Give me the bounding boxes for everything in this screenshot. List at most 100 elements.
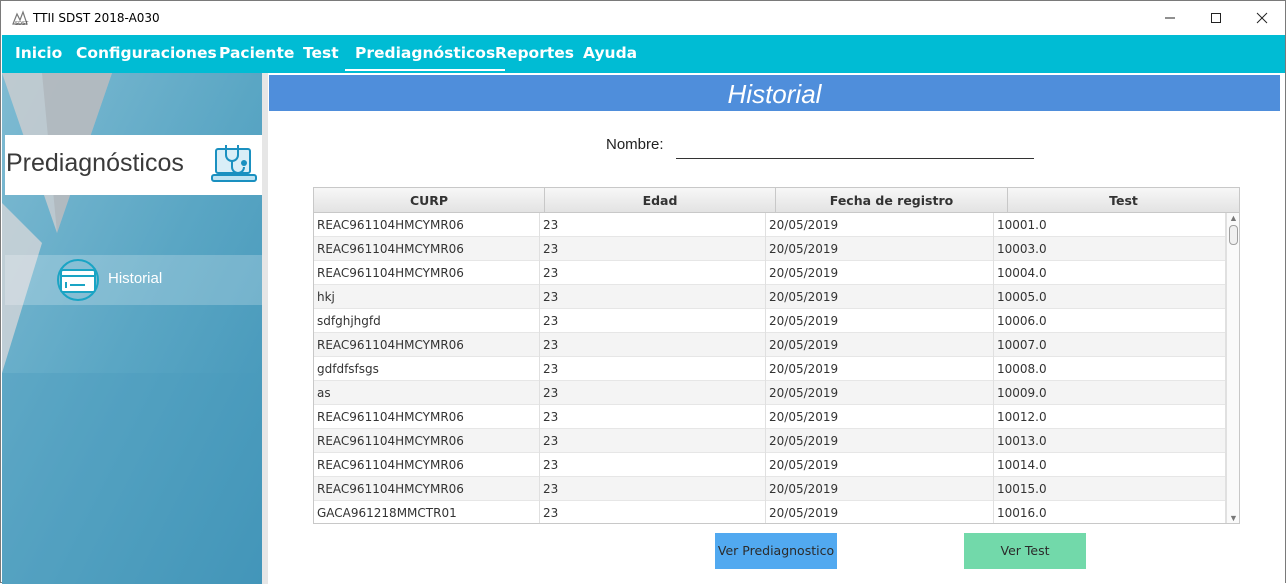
menu-test[interactable]: Test [293,35,349,71]
menu-reportes[interactable]: Reportes [485,35,584,71]
menu-prediagnosticos[interactable]: Prediagnósticos [345,35,506,71]
table-cell: REAC961104HMCYMR06 [314,405,540,429]
table-cell: 20/05/2019 [766,405,994,429]
table-cell: 10007.0 [994,333,1226,357]
laptop-stethoscope-icon [211,145,257,182]
table-cell: GACA961218MMCTR01 [314,501,540,523]
table-cell: 20/05/2019 [766,429,994,453]
menu-bar: Inicio Configuraciones Paciente Test Pre… [2,35,1285,73]
ver-test-button[interactable]: Ver Test [964,533,1086,569]
minimize-icon [1165,17,1175,19]
table-cell: 20/05/2019 [766,333,994,357]
table-cell: 20/05/2019 [766,261,994,285]
table-cell: 10015.0 [994,477,1226,501]
table-row[interactable]: GACA961218MMCTR01 23 20/05/2019 10016.0 [314,501,1226,523]
table-cell: 23 [540,213,766,237]
table-cell: 10013.0 [994,429,1226,453]
menu-configuraciones[interactable]: Configuraciones [66,35,227,71]
table-cell: 23 [540,477,766,501]
table-cell: 23 [540,501,766,523]
table-row[interactable]: REAC961104HMCYMR06 23 20/05/2019 10004.0 [314,261,1226,285]
table-cell: REAC961104HMCYMR06 [314,261,540,285]
table-cell: gdfdfsfsgs [314,357,540,381]
table-cell: 23 [540,333,766,357]
table-cell: 23 [540,357,766,381]
maximize-button[interactable] [1193,1,1239,35]
column-header-curp[interactable]: CURP [314,188,545,212]
table-cell: 20/05/2019 [766,453,994,477]
table-cell: 20/05/2019 [766,477,994,501]
table-row[interactable]: REAC961104HMCYMR06 23 20/05/2019 10001.0 [314,213,1226,237]
menu-inicio[interactable]: Inicio [5,35,72,71]
history-card-icon [57,259,99,301]
table-cell: 20/05/2019 [766,285,994,309]
app-logo-icon: SDST [12,10,29,26]
maximize-icon [1211,13,1221,23]
table-row[interactable]: REAC961104HMCYMR06 23 20/05/2019 10007.0 [314,333,1226,357]
table-cell: sdfghjhgfd [314,309,540,333]
scroll-down-icon[interactable]: ▼ [1229,513,1238,523]
content-header: Historial [269,75,1280,111]
table-cell: 20/05/2019 [766,357,994,381]
table-row[interactable]: REAC961104HMCYMR06 23 20/05/2019 10014.0 [314,453,1226,477]
name-label: Nombre: [606,136,664,153]
table-row[interactable]: sdfghjhgfd 23 20/05/2019 10006.0 [314,309,1226,333]
table-cell: 23 [540,381,766,405]
table-cell: 10006.0 [994,309,1226,333]
menu-paciente[interactable]: Paciente [209,35,304,71]
page-title: Historial [727,79,822,109]
table-cell: 23 [540,285,766,309]
scroll-up-icon[interactable]: ▲ [1229,213,1238,223]
table-cell: 23 [540,429,766,453]
main-content: Historial Nombre: CURP Edad Fecha de reg… [268,73,1285,584]
table-row[interactable]: as 23 20/05/2019 10009.0 [314,381,1226,405]
table-cell: REAC961104HMCYMR06 [314,237,540,261]
table-row[interactable]: REAC961104HMCYMR06 23 20/05/2019 10013.0 [314,429,1226,453]
table-cell: REAC961104HMCYMR06 [314,333,540,357]
table-cell: hkj [314,285,540,309]
sidebar-item-historial[interactable]: Historial [5,255,262,305]
column-header-fecha[interactable]: Fecha de registro [776,188,1008,212]
table-cell: 23 [540,453,766,477]
column-header-edad[interactable]: Edad [545,188,776,212]
table-header: CURP Edad Fecha de registro Test [314,188,1239,213]
table-cell: 23 [540,261,766,285]
scroll-thumb[interactable] [1229,225,1238,245]
sidebar-item-label: Historial [108,270,163,287]
table-cell: 10005.0 [994,285,1226,309]
table-cell: 20/05/2019 [766,213,994,237]
table-cell: 20/05/2019 [766,381,994,405]
title-bar: SDST TTII SDST 2018-A030 [1,1,1285,35]
sidebar-header: Prediagnósticos [5,135,262,195]
history-table: CURP Edad Fecha de registro Test REAC961… [313,187,1240,524]
name-input[interactable] [676,135,1034,159]
table-cell: 10014.0 [994,453,1226,477]
table-cell: 10009.0 [994,381,1226,405]
menu-ayuda[interactable]: Ayuda [573,35,647,71]
close-button[interactable] [1239,1,1285,35]
table-scrollbar[interactable]: ▲ ▼ [1226,213,1239,523]
table-row[interactable]: REAC961104HMCYMR06 23 20/05/2019 10012.0 [314,405,1226,429]
table-row[interactable]: hkj 23 20/05/2019 10005.0 [314,285,1226,309]
table-cell: 10008.0 [994,357,1226,381]
table-cell: 10001.0 [994,213,1226,237]
table-cell: 23 [540,405,766,429]
table-cell: 10003.0 [994,237,1226,261]
window-title: TTII SDST 2018-A030 [33,11,160,25]
ver-prediagnostico-button[interactable]: Ver Prediagnostico [715,533,837,569]
svg-text:SDST: SDST [15,21,29,26]
table-cell: 10016.0 [994,501,1226,523]
table-row[interactable]: REAC961104HMCYMR06 23 20/05/2019 10015.0 [314,477,1226,501]
table-cell: REAC961104HMCYMR06 [314,477,540,501]
table-row[interactable]: REAC961104HMCYMR06 23 20/05/2019 10003.0 [314,237,1226,261]
table-cell: 20/05/2019 [766,237,994,261]
table-cell: 10004.0 [994,261,1226,285]
sidebar: Prediagnósticos Historial [2,73,262,584]
table-cell: 23 [540,237,766,261]
table-cell: 20/05/2019 [766,309,994,333]
table-cell: REAC961104HMCYMR06 [314,429,540,453]
table-row[interactable]: gdfdfsfsgs 23 20/05/2019 10008.0 [314,357,1226,381]
table-cell: 20/05/2019 [766,501,994,523]
column-header-test[interactable]: Test [1008,188,1239,212]
minimize-button[interactable] [1147,1,1193,35]
